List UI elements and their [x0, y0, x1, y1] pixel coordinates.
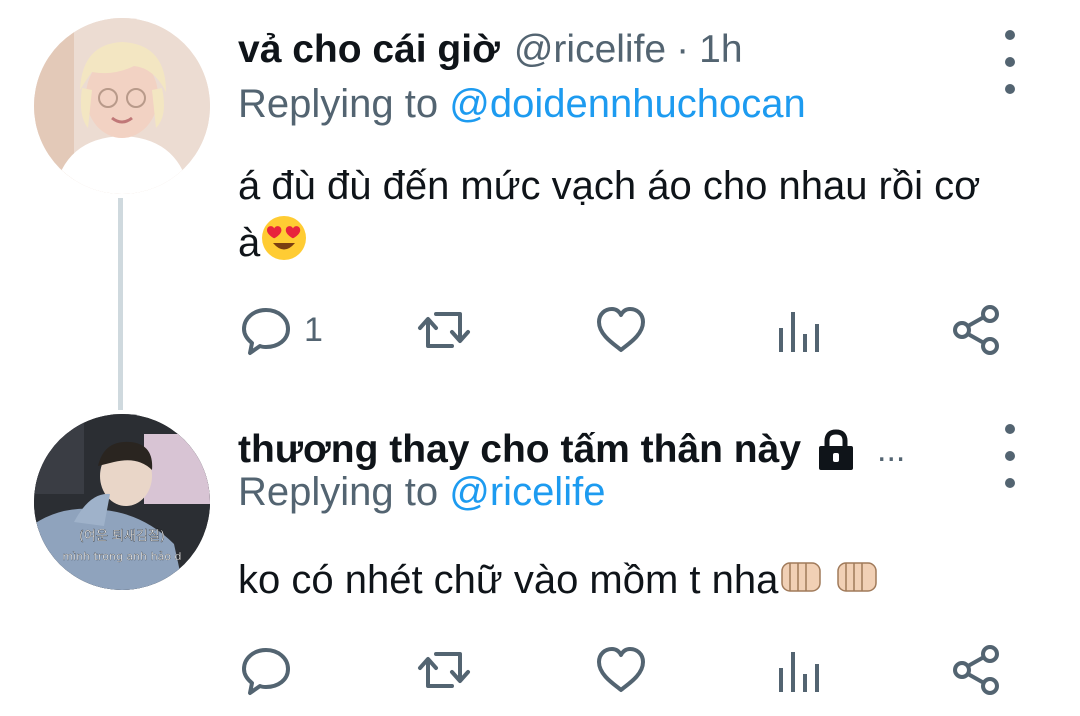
share-button[interactable] — [948, 300, 1008, 360]
share-button[interactable] — [948, 640, 1008, 700]
share-icon — [953, 645, 999, 695]
analytics-icon — [778, 652, 819, 692]
tweet-1[interactable]: vả cho cái giờ @ricelife · 1h Replying t… — [0, 0, 1080, 392]
tweet-header: vả cho cái giờ @ricelife · 1h — [238, 20, 960, 80]
name-truncation: ... — [877, 431, 906, 469]
retweet-button[interactable] — [416, 640, 476, 700]
avatar-image — [34, 18, 210, 194]
more-vertical-icon[interactable] — [998, 424, 1022, 488]
retweet-icon — [417, 652, 470, 688]
separator-dot: · — [676, 28, 690, 71]
heart-icon — [597, 647, 645, 692]
tweet-2[interactable]: (여운 퇴새김질) mình trong anh hảo d thương th… — [0, 392, 1080, 716]
analytics-button[interactable] — [771, 300, 831, 360]
tweet-text-content: á đù đù đến mức vạch áo cho nhau rồi cơ … — [238, 164, 981, 265]
lock-icon — [813, 427, 859, 473]
timestamp[interactable]: 1h — [699, 20, 742, 80]
reply-icon — [242, 648, 290, 695]
like-button[interactable] — [593, 640, 653, 700]
retweet-button[interactable] — [416, 300, 476, 360]
more-vertical-icon[interactable] — [998, 30, 1022, 94]
avatar-image: (여운 퇴새김질) mình trong anh hảo d — [34, 414, 210, 590]
reply-button[interactable]: 1 — [238, 300, 323, 360]
reply-icon — [242, 308, 290, 355]
tweet-text: á đù đù đến mức vạch áo cho nhau rồi cơ … — [238, 158, 998, 277]
display-name[interactable]: vả cho cái giờ — [238, 20, 500, 80]
like-button[interactable] — [593, 300, 653, 360]
user-handle[interactable]: @ricelife — [514, 20, 666, 80]
share-icon — [953, 305, 999, 355]
replying-to: Replying to @doidennhuchocan — [238, 82, 806, 127]
avatar[interactable] — [34, 18, 210, 194]
retweet-icon — [417, 312, 470, 348]
analytics-icon — [778, 312, 819, 352]
reply-button[interactable] — [238, 640, 298, 700]
action-bar: 1 — [238, 300, 1008, 360]
replying-prefix: Replying to — [238, 470, 439, 514]
fist-bump-emoji — [778, 555, 882, 614]
heart-eyes-emoji — [260, 214, 308, 277]
replying-handle-link[interactable]: @ricelife — [449, 470, 605, 514]
replying-handle-link[interactable]: @doidennhuchocan — [449, 82, 805, 126]
replying-to: Replying to @ricelife — [238, 470, 605, 515]
avatar-caption-1: (여운 퇴새김질) — [79, 529, 165, 544]
tweet-text-content: ko có nhét chữ vào mồm t nha — [238, 558, 779, 602]
tweet-text: ko có nhét chữ vào mồm t nha — [238, 552, 998, 614]
avatar[interactable]: (여운 퇴새김질) mình trong anh hảo d — [34, 414, 210, 590]
action-bar — [238, 640, 1008, 700]
avatar-caption-2: mình trong anh hảo d — [62, 550, 181, 563]
analytics-button[interactable] — [771, 640, 831, 700]
reply-count: 1 — [304, 311, 323, 349]
replying-prefix: Replying to — [238, 82, 439, 126]
heart-icon — [597, 307, 645, 352]
